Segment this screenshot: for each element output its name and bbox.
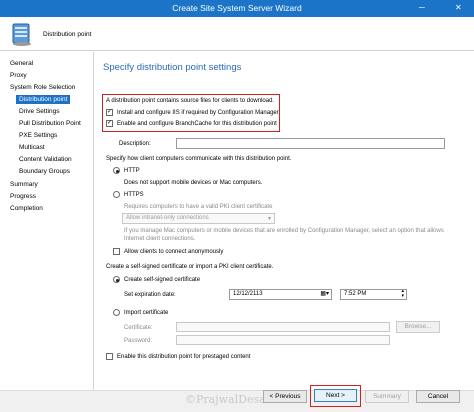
expiration-time-picker[interactable]: 7:52 PM ▴ ▾ bbox=[340, 289, 407, 300]
nav-item-proxy[interactable]: Proxy bbox=[10, 72, 27, 79]
nav-item-multicast[interactable]: Multicast bbox=[19, 144, 45, 151]
summary-button[interactable]: Summary bbox=[365, 390, 409, 403]
mac-note-line1: If you manage Mac computers or mobile de… bbox=[124, 228, 444, 234]
nav-item-pxe-settings[interactable]: PXE Settings bbox=[19, 132, 57, 139]
self-signed-label: Create self-signed certificate bbox=[124, 277, 201, 283]
self-signed-radio[interactable] bbox=[113, 276, 120, 283]
certificate-input[interactable] bbox=[176, 322, 390, 332]
nav-item-general[interactable]: General bbox=[10, 60, 33, 67]
expiration-label: Set expiration date: bbox=[124, 292, 176, 298]
window-title: Create Site System Server Wizard bbox=[172, 3, 302, 13]
install-iis-checkbox[interactable]: ✓ bbox=[106, 109, 113, 116]
import-certificate-radio[interactable] bbox=[113, 309, 120, 316]
anonymous-label: Allow clients to connect anonymously bbox=[124, 249, 224, 255]
close-button[interactable]: ✕ bbox=[455, 3, 462, 12]
nav-item-system-role-selection[interactable]: System Role Selection bbox=[10, 84, 75, 91]
nav-item-pull-distribution-point[interactable]: Pull Distribution Point bbox=[19, 120, 81, 127]
cancel-button[interactable]: Cancel bbox=[416, 390, 460, 403]
nav-item-drive-settings[interactable]: Drive Settings bbox=[19, 108, 59, 115]
title-bar: Create Site System Server Wizard ─ ✕ bbox=[0, 0, 474, 17]
prestaged-checkbox[interactable] bbox=[106, 353, 113, 360]
distribution-point-server-icon bbox=[12, 23, 31, 46]
certificate-section-label: Create a self-signed certificate or impo… bbox=[106, 264, 274, 270]
https-radio[interactable] bbox=[113, 191, 120, 198]
wizard-nav: General Proxy System Role Selection Dist… bbox=[0, 52, 94, 390]
previous-button[interactable]: < Previous bbox=[263, 390, 307, 403]
description-input[interactable] bbox=[176, 138, 445, 149]
branchcache-checkbox[interactable]: ✓ bbox=[106, 120, 113, 127]
nav-item-progress[interactable]: Progress bbox=[10, 193, 36, 200]
browse-button[interactable]: Browse... bbox=[396, 321, 440, 333]
description-label: Description: bbox=[119, 141, 151, 147]
mac-note-line2: Internet client connections. bbox=[124, 236, 196, 242]
nav-item-completion[interactable]: Completion bbox=[10, 205, 43, 212]
expiration-date-value: 12/12/2113 bbox=[233, 291, 263, 297]
next-button[interactable]: Next > bbox=[314, 389, 357, 402]
nav-item-distribution-point[interactable]: Distribution point bbox=[16, 95, 71, 104]
intranet-connections-value: Allow intranet-only connections bbox=[126, 215, 209, 221]
pki-note: Requires computers to have a valid PKI c… bbox=[124, 204, 273, 210]
import-certificate-label: Import certificate bbox=[124, 310, 169, 316]
chevron-down-icon: ▾ bbox=[267, 216, 271, 222]
http-radio[interactable] bbox=[113, 167, 120, 174]
certificate-label: Certificate: bbox=[124, 325, 153, 331]
calendar-dropdown-icon: ▦▾ bbox=[320, 291, 329, 297]
password-label: Password: bbox=[124, 338, 153, 344]
expiration-time-value: 7:52 PM bbox=[344, 291, 367, 297]
prestaged-label: Enable this distribution point for prest… bbox=[117, 354, 251, 360]
nav-item-boundary-groups[interactable]: Boundary Groups bbox=[19, 168, 70, 175]
branchcache-label: Enable and configure BranchCache for thi… bbox=[117, 121, 277, 127]
install-iis-label: Install and configure IIS if required by… bbox=[117, 110, 279, 116]
anonymous-checkbox[interactable] bbox=[113, 248, 120, 255]
header-label: Distribution point bbox=[43, 31, 92, 38]
expiration-date-picker[interactable]: 12/12/2113 ▦▾ bbox=[229, 289, 332, 300]
nav-item-content-validation[interactable]: Content Validation bbox=[19, 156, 72, 163]
intranet-connections-select[interactable]: Allow intranet-only connections ▾ bbox=[122, 213, 275, 224]
intro-text: A distribution point contains source fil… bbox=[106, 98, 275, 104]
password-input[interactable] bbox=[176, 335, 390, 345]
http-note: Does not support mobile devices or Mac c… bbox=[124, 180, 263, 186]
nav-item-summary[interactable]: Summary bbox=[10, 181, 38, 188]
minimize-button[interactable]: ─ bbox=[419, 3, 425, 12]
spinner-icon: ▴ ▾ bbox=[401, 289, 404, 299]
wizard-header: Distribution point bbox=[0, 17, 474, 51]
https-label: HTTPS bbox=[124, 192, 144, 198]
communication-label: Specify how client computers communicate… bbox=[106, 156, 292, 162]
page-title: Specify distribution point settings bbox=[103, 62, 242, 73]
http-label: HTTP bbox=[124, 168, 140, 174]
